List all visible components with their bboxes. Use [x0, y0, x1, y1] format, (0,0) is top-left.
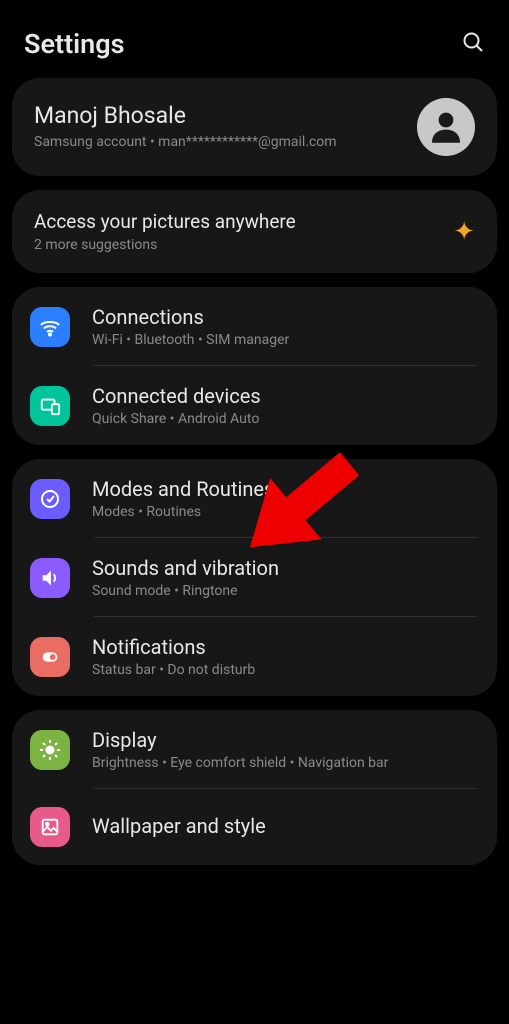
search-button[interactable]	[461, 30, 485, 58]
wifi-icon	[30, 307, 70, 347]
setting-content: Display Brightness • Eye comfort shield …	[92, 728, 477, 771]
setting-sub: Wi-Fi • Bluetooth • SIM manager	[92, 332, 477, 348]
setting-notifications[interactable]: Notifications Status bar • Do not distur…	[12, 617, 497, 696]
setting-content: Connected devices Quick Share • Android …	[92, 384, 477, 427]
setting-title: Notifications	[92, 635, 477, 659]
setting-sounds-vibration[interactable]: Sounds and vibration Sound mode • Ringto…	[12, 538, 497, 617]
display-icon	[30, 730, 70, 770]
setting-title: Connections	[92, 305, 477, 329]
setting-wallpaper-style[interactable]: Wallpaper and style	[12, 789, 497, 865]
setting-content: Wallpaper and style	[92, 814, 477, 841]
setting-title: Connected devices	[92, 384, 477, 408]
suggestion-card[interactable]: Access your pictures anywhere 2 more sug…	[12, 190, 497, 273]
profile-info: Manoj Bhosale Samsung account • man*****…	[34, 102, 403, 152]
settings-group-1: Connections Wi-Fi • Bluetooth • SIM mana…	[12, 287, 497, 445]
setting-title: Sounds and vibration	[92, 556, 477, 580]
setting-sub: Modes • Routines	[92, 504, 477, 520]
setting-connections[interactable]: Connections Wi-Fi • Bluetooth • SIM mana…	[12, 287, 497, 366]
suggestion-sub: 2 more suggestions	[34, 237, 296, 253]
setting-content: Connections Wi-Fi • Bluetooth • SIM mana…	[92, 305, 477, 348]
settings-group-2: Modes and Routines Modes • Routines Soun…	[12, 459, 497, 696]
setting-content: Modes and Routines Modes • Routines	[92, 477, 477, 520]
suggestion-title: Access your pictures anywhere	[34, 210, 296, 233]
routines-icon	[30, 479, 70, 519]
setting-title: Wallpaper and style	[92, 814, 477, 838]
notifications-icon	[30, 637, 70, 677]
wallpaper-icon	[30, 807, 70, 847]
setting-sub: Status bar • Do not disturb	[92, 662, 477, 678]
setting-title: Modes and Routines	[92, 477, 477, 501]
profile-subtitle: Samsung account • man************@gmail.…	[34, 133, 403, 152]
setting-modes-routines[interactable]: Modes and Routines Modes • Routines	[12, 459, 497, 538]
setting-connected-devices[interactable]: Connected devices Quick Share • Android …	[12, 366, 497, 445]
person-icon	[425, 106, 467, 148]
setting-content: Notifications Status bar • Do not distur…	[92, 635, 477, 678]
search-icon	[461, 30, 485, 54]
setting-content: Sounds and vibration Sound mode • Ringto…	[92, 556, 477, 599]
header: Settings	[0, 0, 509, 78]
page-title: Settings	[24, 28, 125, 60]
settings-group-3: Display Brightness • Eye comfort shield …	[12, 710, 497, 865]
devices-icon	[30, 386, 70, 426]
sparkle-icon: ✦	[453, 217, 475, 247]
setting-sub: Sound mode • Ringtone	[92, 583, 477, 599]
avatar	[417, 98, 475, 156]
setting-title: Display	[92, 728, 477, 752]
setting-display[interactable]: Display Brightness • Eye comfort shield …	[12, 710, 497, 789]
suggestion-text-block: Access your pictures anywhere 2 more sug…	[34, 210, 296, 253]
profile-name: Manoj Bhosale	[34, 102, 403, 129]
profile-card[interactable]: Manoj Bhosale Samsung account • man*****…	[12, 78, 497, 176]
sound-icon	[30, 558, 70, 598]
setting-sub: Quick Share • Android Auto	[92, 411, 477, 427]
setting-sub: Brightness • Eye comfort shield • Naviga…	[92, 755, 477, 771]
